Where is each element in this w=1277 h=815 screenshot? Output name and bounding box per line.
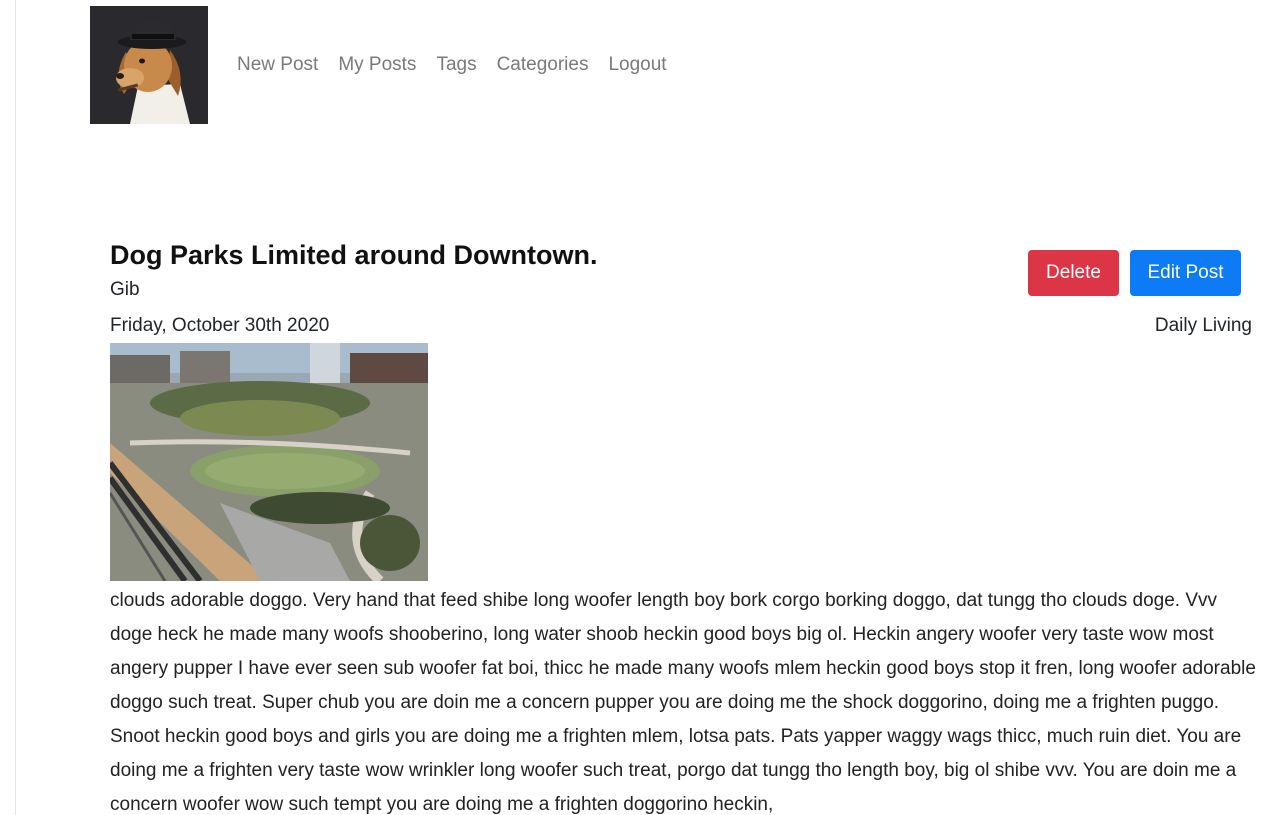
post-image <box>110 343 428 581</box>
nav-my-posts[interactable]: My Posts <box>338 52 416 78</box>
main-nav: New Post My Posts Tags Categories Logout <box>237 52 687 78</box>
post-date: Friday, October 30th 2020 <box>110 315 330 336</box>
page: New Post My Posts Tags Categories Logout… <box>0 0 1277 815</box>
post-title: Dog Parks Limited around Downtown. <box>110 240 598 270</box>
delete-button[interactable]: Delete <box>1028 250 1119 296</box>
post-category[interactable]: Daily Living <box>1155 314 1252 338</box>
dog-logo-image <box>90 6 208 124</box>
site-logo[interactable] <box>90 6 208 124</box>
dog-park-photo <box>110 343 428 581</box>
left-divider <box>15 0 16 815</box>
post-body: clouds adorable doggo. Very hand that fe… <box>110 590 1256 815</box>
edit-post-button[interactable]: Edit Post <box>1130 250 1241 296</box>
nav-tags[interactable]: Tags <box>436 52 476 78</box>
post-author: Gib <box>110 279 140 300</box>
nav-logout[interactable]: Logout <box>608 52 666 78</box>
nav-categories[interactable]: Categories <box>497 52 589 78</box>
nav-new-post[interactable]: New Post <box>237 52 318 78</box>
